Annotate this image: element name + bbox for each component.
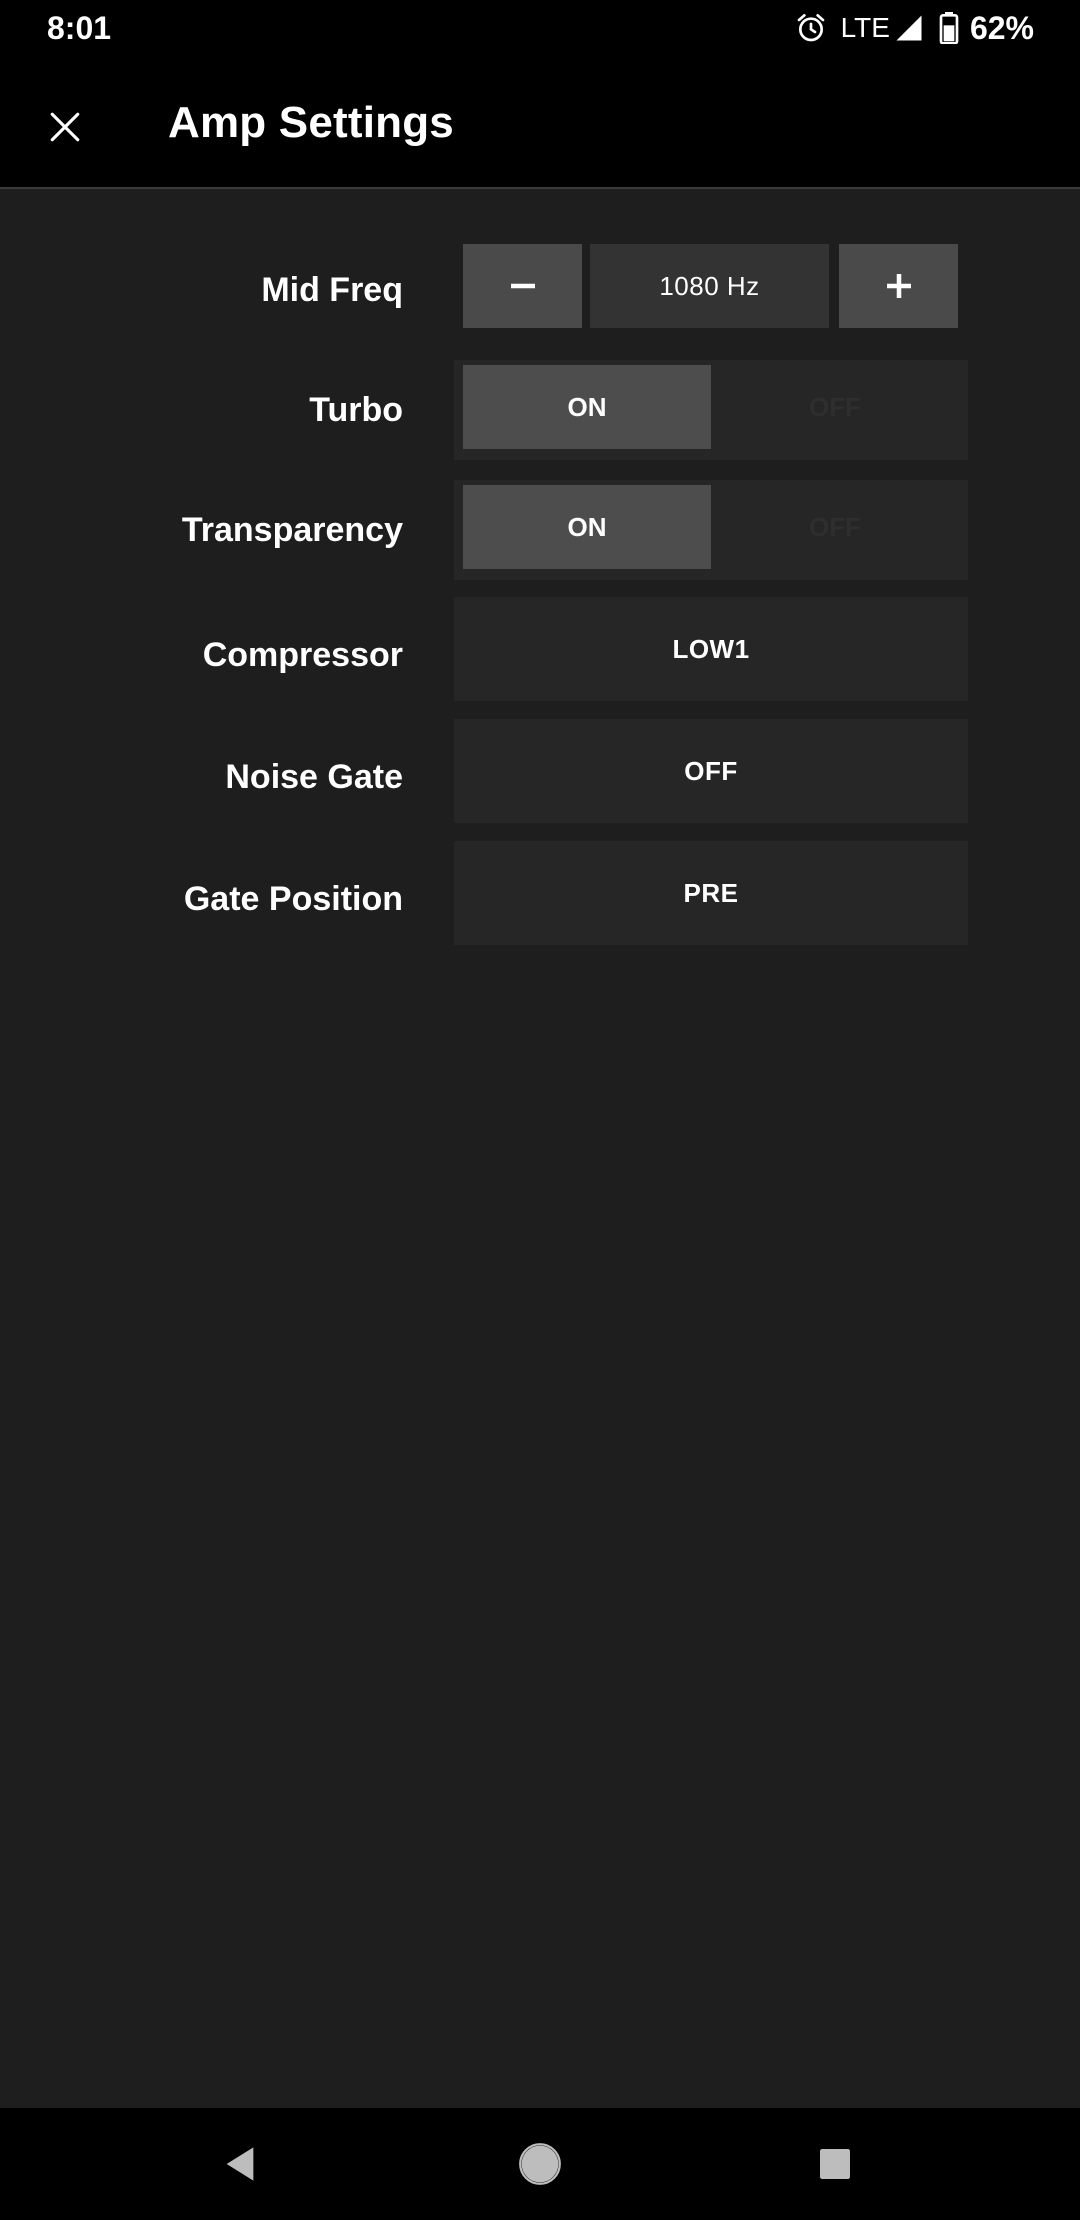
setting-row-turbo: Turbo ON OFF <box>0 360 1080 460</box>
battery-icon <box>939 12 959 44</box>
home-button[interactable] <box>500 2128 580 2200</box>
setting-row-transparency: Transparency ON OFF <box>0 480 1080 580</box>
page-title: Amp Settings <box>168 98 454 147</box>
mid-freq-increment-button[interactable] <box>839 244 958 328</box>
alarm-icon <box>797 13 825 42</box>
back-icon <box>226 2147 254 2181</box>
noise-gate-label: Noise Gate <box>225 758 403 796</box>
plus-icon <box>886 274 911 298</box>
status-indicators: LTE 62% <box>795 8 1034 48</box>
transparency-on-option[interactable]: ON <box>463 485 711 569</box>
transparency-label: Transparency <box>181 511 403 549</box>
mid-freq-label: Mid Freq <box>261 271 403 309</box>
turbo-toggle: ON OFF <box>454 360 968 460</box>
signal-icon <box>896 15 922 41</box>
mid-freq-stepper: 1080 Hz <box>454 240 968 340</box>
transparency-off-option[interactable]: OFF <box>711 485 959 569</box>
recents-icon <box>820 2149 850 2179</box>
turbo-label: Turbo <box>309 391 403 429</box>
network-type-label: LTE <box>840 12 890 43</box>
setting-row-mid-freq: Mid Freq 1080 Hz <box>0 240 1080 340</box>
status-time: 8:01 <box>47 10 112 46</box>
gate-position-select[interactable]: PRE <box>454 841 968 945</box>
close-button[interactable] <box>30 92 100 162</box>
close-icon <box>50 112 80 142</box>
noise-gate-select[interactable]: OFF <box>454 719 968 823</box>
status-bar: 8:01 LTE 62% <box>0 0 1080 56</box>
mid-freq-decrement-button[interactable] <box>463 244 582 328</box>
home-icon <box>519 2143 561 2185</box>
transparency-toggle: ON OFF <box>454 480 968 580</box>
setting-row-compressor: Compressor LOW1 <box>0 597 1080 701</box>
app-bar: Amp Settings <box>0 56 1080 189</box>
navigation-bar <box>0 2108 1080 2220</box>
setting-row-noise-gate: Noise Gate OFF <box>0 719 1080 823</box>
minus-icon <box>510 283 535 289</box>
battery-percentage: 62% <box>969 10 1034 46</box>
mid-freq-value: 1080 Hz <box>590 244 829 328</box>
turbo-off-option[interactable]: OFF <box>711 365 959 449</box>
recents-button[interactable] <box>795 2128 875 2200</box>
compressor-label: Compressor <box>202 636 403 674</box>
turbo-on-option[interactable]: ON <box>463 365 711 449</box>
compressor-select[interactable]: LOW1 <box>454 597 968 701</box>
setting-row-gate-position: Gate Position PRE <box>0 841 1080 945</box>
gate-position-label: Gate Position <box>183 880 403 918</box>
back-button[interactable] <box>200 2128 280 2200</box>
